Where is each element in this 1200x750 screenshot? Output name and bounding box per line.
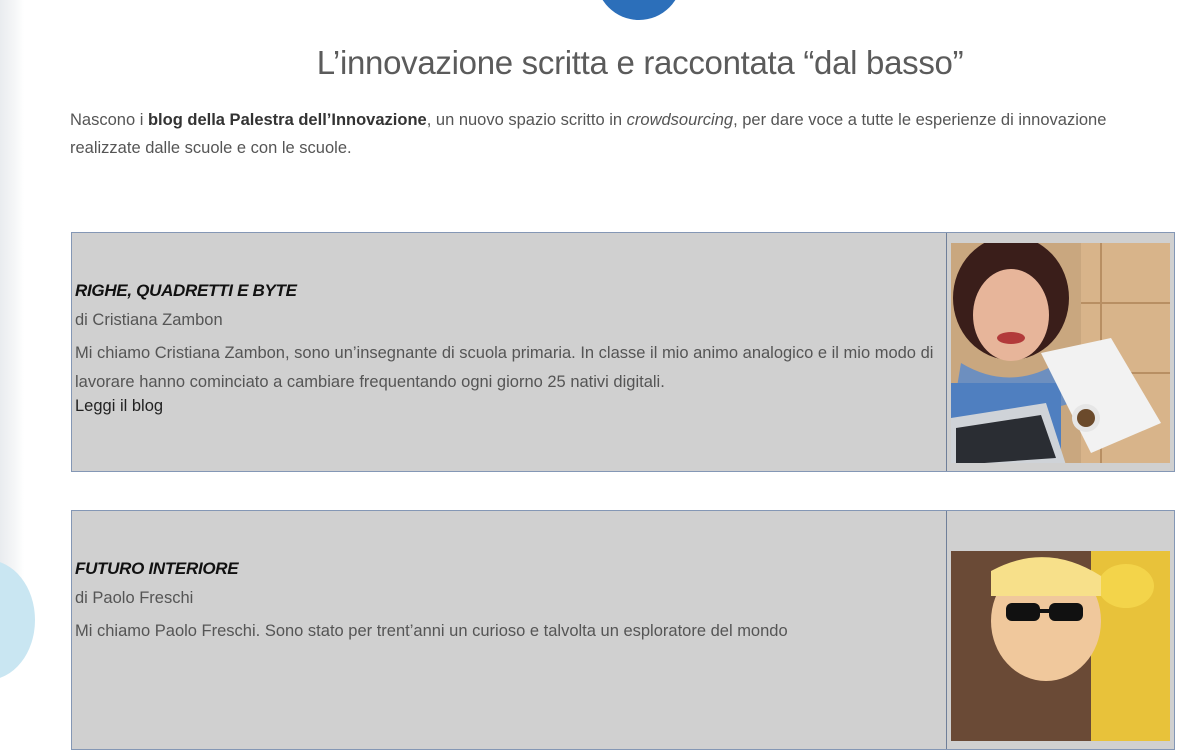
intro-italic: crowdsourcing	[626, 111, 734, 129]
page-headline: L’innovazione scritta e raccontata “dal …	[316, 44, 964, 81]
blog-description: Mi chiamo Paolo Freschi. Sono stato per …	[75, 622, 788, 640]
blog-author: di Paolo Freschi	[75, 589, 194, 607]
header-logo-circle	[596, 0, 682, 20]
blog-author-photo[interactable]	[951, 551, 1170, 741]
decorative-blob	[0, 560, 35, 680]
blog-thumbnail-frame	[946, 511, 1174, 749]
blog-title[interactable]: RIGHE, QUADRETTI E BYTE	[75, 281, 297, 301]
page-left-edge	[0, 0, 24, 628]
blog-card-text: FUTURO INTERIORE di Paolo Freschi Mi chi…	[75, 511, 947, 749]
blog-card-1: RIGHE, QUADRETTI E BYTE di Cristiana Zam…	[71, 232, 1175, 472]
intro-prefix: Nascono i	[70, 111, 148, 129]
blog-thumbnail-frame	[946, 233, 1174, 471]
blog-card-2: FUTURO INTERIORE di Paolo Freschi Mi chi…	[71, 510, 1175, 750]
read-blog-link[interactable]: Leggi il blog	[75, 397, 163, 416]
intro-bold: blog della Palestra dell’Innovazione	[147, 111, 427, 129]
blog-author: di Cristiana Zambon	[75, 311, 223, 329]
blog-description: Mi chiamo Cristiana Zambon, sono un’inse…	[75, 344, 934, 391]
intro-middle: , un nuovo spazio scritto in	[426, 111, 627, 129]
blog-card-text: RIGHE, QUADRETTI E BYTE di Cristiana Zam…	[75, 233, 947, 471]
blog-author-photo[interactable]	[951, 243, 1170, 463]
blog-title[interactable]: FUTURO INTERIORE	[75, 559, 239, 579]
intro-paragraph: Nascono i blog della Palestra dell’Innov…	[70, 106, 1180, 162]
